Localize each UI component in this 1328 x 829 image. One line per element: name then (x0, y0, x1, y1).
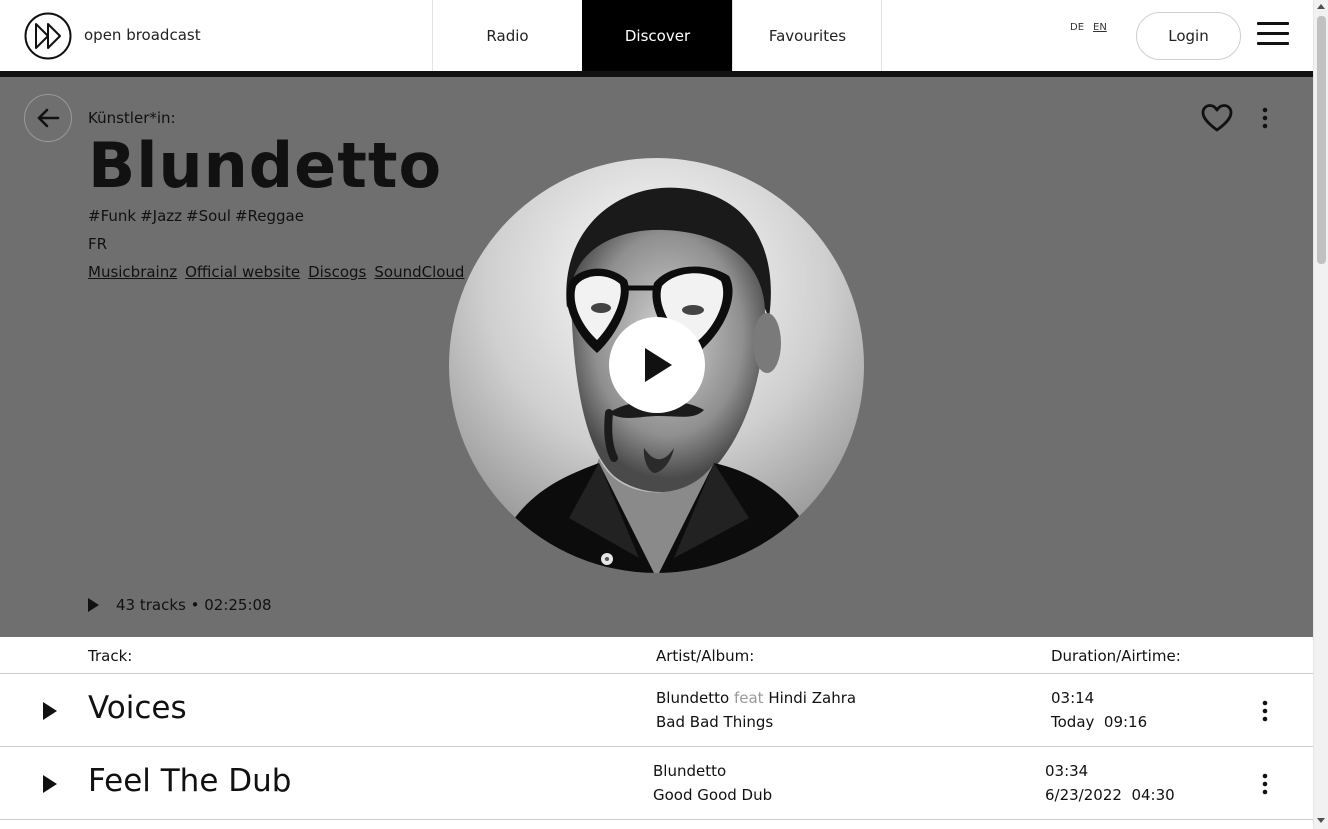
scroll-up-arrow[interactable] (1317, 4, 1325, 9)
feat-label: feat (733, 689, 764, 707)
play-all-tracks[interactable]: 43 tracks • 02:25:08 (88, 596, 272, 614)
artist-name: Blundetto (88, 129, 443, 202)
play-icon (88, 598, 99, 612)
column-track: Track: (88, 647, 133, 665)
track-artist: Blundetto (653, 762, 726, 780)
tab-discover[interactable]: Discover (582, 0, 732, 71)
artist-link[interactable]: Blundetto (653, 762, 726, 780)
play-icon[interactable] (43, 775, 57, 793)
link-soundcloud[interactable]: SoundCloud (374, 263, 464, 281)
back-button[interactable] (24, 94, 72, 142)
genre-tag[interactable]: #Jazz (140, 207, 182, 225)
track-summary-text: 43 tracks • 02:25:08 (116, 596, 272, 614)
track-title: Voices (88, 690, 187, 726)
scroll-down-arrow[interactable] (1317, 818, 1325, 823)
track-title: Feel The Dub (88, 763, 292, 799)
language-en[interactable]: EN (1093, 22, 1107, 33)
play-icon[interactable] (43, 702, 57, 720)
artist-country: FR (88, 235, 108, 253)
arrow-left-icon (37, 108, 60, 128)
track-album[interactable]: Bad Bad Things (656, 713, 773, 731)
track-duration: 03:14 (1051, 689, 1095, 707)
heart-icon[interactable] (1200, 101, 1234, 135)
logo-icon[interactable] (24, 12, 72, 60)
track-row[interactable]: Feel The Dub Blundetto Good Good Dub 03:… (0, 747, 1313, 820)
track-table-header: Track: Artist/Album: Duration/Airtime: (0, 637, 1313, 674)
nav-divider (881, 0, 882, 71)
featured-artist-link[interactable]: Hindi Zahra (768, 689, 856, 707)
track-artist: Blundetto feat Hindi Zahra (656, 689, 856, 707)
track-row[interactable]: Voices Blundetto feat Hindi Zahra Bad Ba… (0, 674, 1313, 747)
more-vertical-icon[interactable] (1255, 696, 1275, 726)
page-scrollbar[interactable] (1313, 0, 1328, 829)
genre-tag[interactable]: #Reggae (235, 207, 304, 225)
track-airtime: 6/23/2022 04:30 (1045, 786, 1175, 804)
column-artist-album: Artist/Album: (656, 647, 755, 665)
play-icon (645, 348, 672, 382)
tab-favourites[interactable]: Favourites (732, 0, 882, 71)
genre-tag[interactable]: #Soul (186, 207, 231, 225)
tab-radio[interactable]: Radio (432, 0, 582, 71)
genre-tag[interactable]: #Funk (88, 207, 136, 225)
link-discogs[interactable]: Discogs (308, 263, 366, 281)
artist-link[interactable]: Blundetto (656, 689, 729, 707)
track-airtime: Today 09:16 (1051, 713, 1148, 731)
brand-name[interactable]: open broadcast (84, 26, 201, 44)
genre-tags: #Funk #Jazz #Soul #Reggae (88, 207, 308, 225)
menu-icon[interactable] (1257, 22, 1289, 50)
play-artist-button[interactable] (609, 317, 705, 413)
link-musicbrainz[interactable]: Musicbrainz (88, 263, 177, 281)
language-de[interactable]: DE (1070, 22, 1084, 33)
artist-kicker: Künstler*in: (88, 109, 176, 127)
more-vertical-icon[interactable] (1255, 769, 1275, 799)
track-duration: 03:34 (1045, 762, 1089, 780)
artist-hero: Künstler*in: Blundetto #Funk #Jazz #Soul #R… (0, 77, 1313, 637)
track-album[interactable]: Good Good Dub (653, 786, 772, 804)
column-duration-airtime: Duration/Airtime: (1051, 647, 1181, 665)
login-button[interactable]: Login (1136, 12, 1241, 60)
link-official-website[interactable]: Official website (185, 263, 300, 281)
top-navigation: open broadcast Radio Discover Favourites… (0, 0, 1313, 72)
more-vertical-icon[interactable] (1255, 103, 1275, 133)
scrollbar-thumb[interactable] (1317, 16, 1326, 264)
external-links: Musicbrainz Official website Discogs SoundC… (88, 263, 472, 281)
